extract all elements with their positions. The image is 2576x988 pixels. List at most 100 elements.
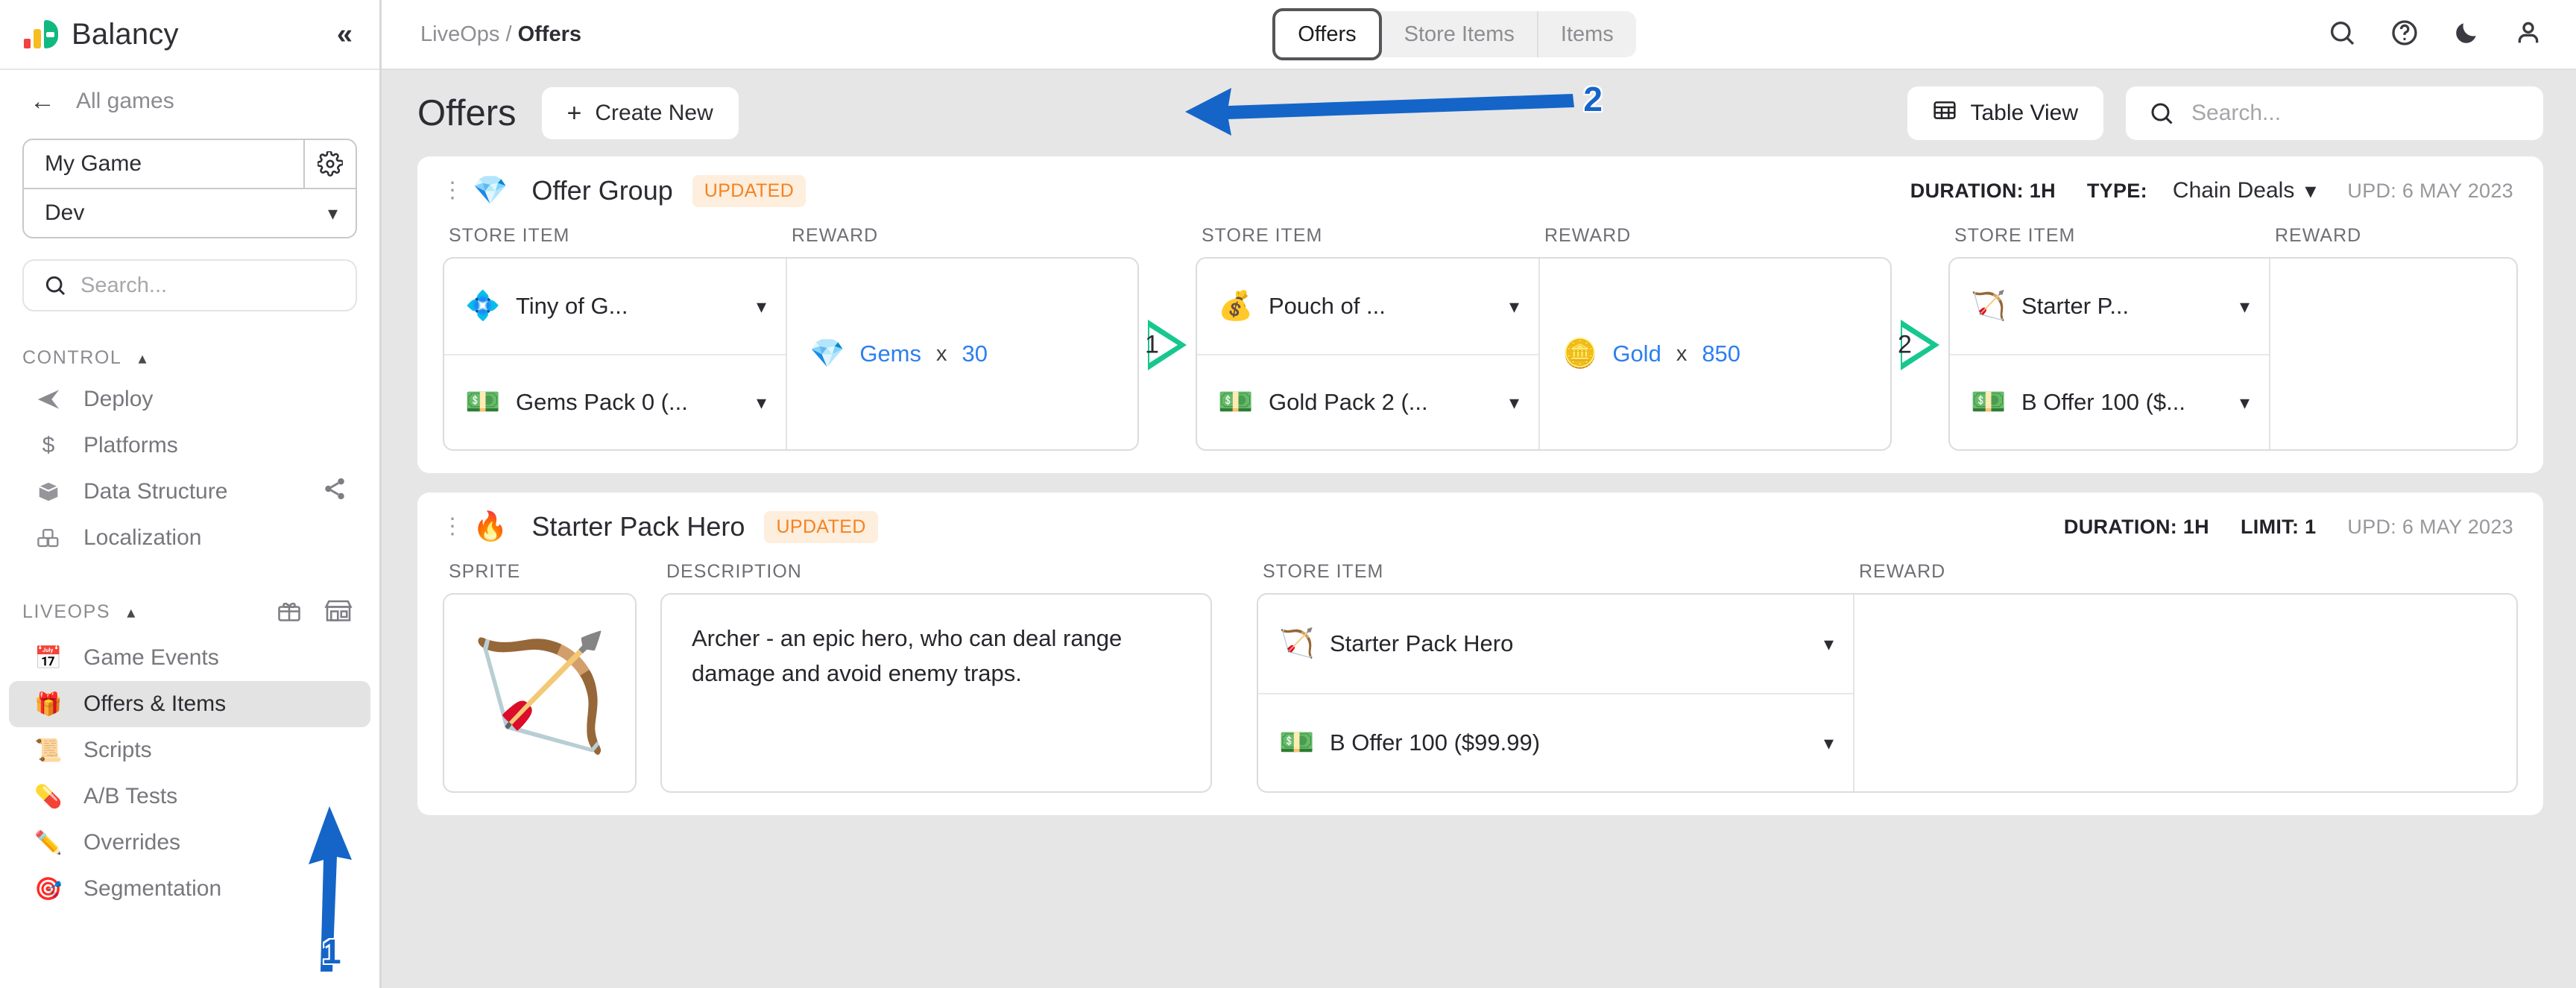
page-header: Offers + Create New 2 Table View Search.… [417,70,2543,156]
store-item-row[interactable]: 💰 Pouch of ... ▾ [1197,259,1538,354]
section-header-control[interactable]: CONTROL ▴ [0,311,379,376]
store-item-row[interactable]: 💠 Tiny of G... ▾ [444,259,786,354]
search-input[interactable]: Search... [2126,86,2543,140]
section-header-liveops[interactable]: LIVEOPS ▴ [0,561,379,635]
annotation-arrow-1: 1 [301,785,368,972]
all-games-label: All games [76,89,174,113]
column-header-reward: REWARD [1544,225,1632,246]
reward-multiplier: x [936,341,947,366]
store-item-row[interactable]: 💵 B Offer 100 ($99.99) ▾ [1258,693,1853,791]
pack-body: SPRITE 🏹 DESCRIPTION Archer - an epic he… [417,561,2543,815]
chevron-down-icon: ▾ [2305,178,2317,203]
sprite-preview[interactable]: 🏹 [443,593,637,793]
annotation-number: 1 [322,932,341,971]
limit-label: LIMIT: 1 [2240,515,2317,538]
more-options-icon[interactable]: ⋮ [441,516,464,537]
reward-icon: 💎 [809,338,845,370]
item-icon: 🏹 [1279,628,1315,659]
user-account-icon[interactable] [2513,18,2543,51]
search-placeholder: Search... [2191,101,2282,125]
reward-column-empty [1854,595,2516,791]
item-icon: 💵 [465,387,501,418]
reward-quantity: 850 [1702,341,1741,367]
store-item-column: 🏹 Starter Pack Hero ▾ 💵 B Offer 100 ($99… [1258,595,1854,791]
reward-name: Gold [1612,341,1661,367]
column-header-reward: REWARD [1859,561,1946,582]
duration-label: DURATION: 1H [2063,515,2209,538]
chevron-down-icon: ▾ [1509,390,1519,414]
store-item-row[interactable]: 💵 Gems Pack 0 (... ▾ [444,354,786,449]
search-icon[interactable] [2327,18,2357,51]
tab-items[interactable]: Items [1536,11,1636,57]
store-item-label: Gems Pack 0 (... [516,389,688,415]
sidebar-item-offers-and-items[interactable]: 🎁 Offers & Items [9,681,370,727]
sidebar-item-label: Localization [83,525,202,550]
store-item-row[interactable]: 🏹 Starter Pack Hero ▾ [1258,595,1853,693]
sidebar-item-data-structure[interactable]: Data Structure [9,469,370,515]
chevron-up-icon: ▴ [138,348,147,367]
sidebar-item-label: Scripts [83,738,152,762]
store-item-row[interactable]: 💵 Gold Pack 2 (... ▾ [1197,354,1538,449]
reward-name: Gems [859,341,922,367]
reward-item[interactable]: 💎 Gems x 30 [809,338,988,370]
double-chevron-left-icon[interactable]: « [337,20,353,48]
sidebar-item-label: Overrides [83,830,181,855]
calendar-icon: 📅 [34,645,63,671]
type-dropdown[interactable]: Chain Deals ▾ [2173,178,2316,204]
reward-item[interactable]: 🪙 Gold x 850 [1562,338,1740,370]
help-circle-icon[interactable] [2390,18,2419,51]
reward-column: 💎 Gems x 30 [787,259,1137,449]
chevron-down-icon: ▾ [1823,731,1834,754]
tab-offers[interactable]: Offers [1272,8,1382,60]
sidebar-search-input[interactable]: Search... [22,259,357,311]
sidebar-item-game-events[interactable]: 📅 Game Events [9,635,370,681]
sidebar-item-deploy[interactable]: Deploy [9,376,370,422]
table-view-button[interactable]: Table View [1907,86,2103,140]
table-view-label: Table View [1970,101,2078,125]
game-name-value[interactable]: My Game [24,140,303,188]
share-icon[interactable] [321,476,348,507]
store-item-row[interactable]: 💵 B Offer 100 ($... ▾ [1950,354,2269,449]
chevron-down-icon: ▾ [1823,632,1834,655]
more-options-icon[interactable]: ⋮ [441,180,464,201]
create-new-button[interactable]: + Create New [541,87,739,139]
sidebar-item-localization[interactable]: Localization [9,515,370,561]
sprite-section: SPRITE 🏹 [443,561,637,793]
environment-dropdown[interactable]: Dev ▾ [24,188,356,237]
store-item-column: 💰 Pouch of ... ▾ 💵 Gold Pack 2 (... ▾ [1197,259,1540,449]
store-item-row[interactable]: 🏹 Starter P... ▾ [1950,259,2269,354]
sidebar: Balancy « ← All games My Game Dev ▾ Sear… [0,0,382,988]
store-item-label: Gold Pack 2 (... [1269,389,1428,415]
item-icon: 💰 [1218,291,1254,322]
tab-store-items[interactable]: Store Items [1382,11,1537,57]
gift-icon[interactable] [275,597,303,627]
brand-row: Balancy « [0,0,379,70]
sidebar-item-label: Data Structure [83,479,228,504]
reward-column: 🪙 Gold x 850 [1540,259,1890,449]
sidebar-item-label: Segmentation [83,876,222,901]
store-item-label: B Offer 100 ($99.99) [1330,729,1541,756]
duration-label: DURATION: 1H [1910,179,2056,202]
chain-step-number: 2 [1898,330,1912,358]
main-area: LiveOps / Offers Offers Store Items Item… [382,0,2576,988]
store-icon[interactable] [323,597,354,627]
blocks-icon [33,527,64,549]
sidebar-item-platforms[interactable]: $ Platforms [9,422,370,469]
description-text[interactable]: Archer - an epic hero, who can deal rang… [660,593,1212,793]
dark-mode-moon-icon[interactable] [2452,19,2481,51]
all-games-link[interactable]: ← All games [0,70,379,133]
item-icon: 💠 [465,291,501,322]
breadcrumb-separator: / [505,22,512,46]
section-title: CONTROL [22,347,122,368]
gear-icon[interactable] [303,140,356,188]
breadcrumb-root[interactable]: LiveOps [420,22,499,46]
search-icon [2151,103,2173,124]
column-header-sprite: SPRITE [449,561,521,582]
chain-step-1: STORE ITEM REWARD 💠 Tiny of G... ▾ 💵 Gem… [443,225,1139,451]
sidebar-item-scripts[interactable]: 📜 Scripts [9,727,370,773]
chevron-up-icon: ▴ [127,602,136,621]
page-title: Offers [417,93,517,133]
create-new-label: Create New [595,101,713,125]
chevron-down-icon: ▾ [2239,294,2250,317]
offer-card-offer-group: ⋮ 💎 Offer Group UPDATED DURATION: 1H TYP… [417,156,2543,473]
